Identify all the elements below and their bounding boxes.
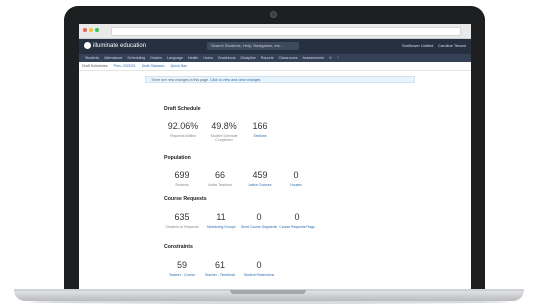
stat-teacher-course: 59 Teacher - Course — [162, 260, 202, 277]
minimize-window-icon[interactable] — [89, 28, 93, 32]
houses-link[interactable]: Houses — [276, 183, 316, 187]
stat-course-request-flags: 0 Course Requests Flags — [277, 212, 317, 229]
stat-value: 61 — [214, 260, 225, 270]
search-input[interactable]: Search Students, Help, Navigation, etc..… — [207, 42, 299, 50]
site-selector[interactable]: Sunflower Unified — [402, 43, 433, 48]
nav-item[interactable]: Scheduling — [127, 56, 145, 60]
stat-value: 92.06% — [167, 121, 199, 131]
stat-students: 699 Students — [162, 170, 202, 187]
teacher-course-link[interactable]: Teacher - Course — [162, 273, 202, 277]
active-courses-link[interactable]: Active Courses — [240, 183, 280, 187]
stat-label: Active Teachers — [208, 183, 232, 187]
scheduling-groups-link[interactable]: Scheduling Groups — [201, 225, 241, 229]
stat-value: 59 — [176, 260, 187, 270]
nav-item[interactable]: Health — [188, 56, 198, 60]
laptop-lid: illuminate education Search Students, He… — [64, 6, 485, 296]
maximize-window-icon[interactable] — [95, 28, 99, 32]
section-title-population: Population — [164, 155, 191, 161]
stat-scheduling-groups: 11 Scheduling Groups — [201, 212, 241, 229]
nav-item[interactable]: Discipline — [241, 56, 256, 60]
stat-value: 699 — [174, 170, 190, 180]
sections-link[interactable]: Sections — [240, 134, 280, 138]
stat-houses: 0 Houses — [276, 170, 316, 187]
stat-students-with-requests: 635 Students w/ Requests — [162, 212, 202, 229]
stat-sections: 166 Sections — [240, 121, 280, 138]
stat-value: 11 — [216, 212, 226, 222]
stat-student-restrictions: 0 Student Restrictions — [239, 260, 279, 277]
settings-icon[interactable]: ⚙ — [329, 56, 332, 60]
clear-changes-link[interactable]: Click to view and clear changes — [210, 78, 260, 82]
nav-item[interactable]: Students — [85, 56, 99, 60]
app-header: illuminate education Search Students, He… — [79, 39, 471, 54]
stat-teacher-timeblock: 61 Teacher - Timeblock — [200, 260, 240, 277]
laptop-notch — [230, 290, 306, 294]
stat-value: 66 — [214, 170, 225, 180]
stat-value: 0 — [256, 212, 262, 222]
nav-item[interactable]: Classrooms — [279, 56, 298, 60]
browser-toolbar — [79, 24, 471, 39]
stat-value: 635 — [174, 212, 190, 222]
tab-draft-statuses[interactable]: Draft Statuses — [142, 64, 165, 68]
nav-item[interactable]: Assessments — [303, 56, 324, 60]
stat-value: 459 — [252, 170, 268, 180]
laptop-screen: illuminate education Search Students, He… — [79, 24, 471, 296]
stat-active-teachers: 66 Active Teachers — [200, 170, 240, 187]
stat-schedule-completion: 49.8% Student Schedule Completion — [204, 121, 244, 142]
nav-item[interactable]: Users — [203, 56, 212, 60]
section-title-constraints: Constraints — [164, 244, 193, 250]
close-window-icon[interactable] — [83, 28, 87, 32]
stat-label: Students — [175, 183, 189, 187]
stat-label: Students w/ Requests — [165, 225, 199, 229]
tab-quick-nav[interactable]: Quick Nav — [170, 64, 187, 68]
section-title-draft-schedule: Draft Schedule — [164, 106, 201, 112]
tab-draft-schedules[interactable]: Draft Schedules — [82, 64, 108, 68]
stat-value: 0 — [256, 260, 262, 270]
year-selector[interactable]: Prev. 2020/21 — [114, 64, 136, 68]
address-bar[interactable] — [111, 27, 461, 36]
stat-value: 0 — [294, 212, 300, 222]
account-menu[interactable]: Caroline Tenant — [438, 43, 466, 48]
teacher-timeblock-link[interactable]: Teacher - Timeblock — [200, 273, 240, 277]
logo-icon — [84, 42, 91, 49]
banner-text: There are new changes in this page. — [151, 78, 210, 82]
stat-active-courses: 459 Active Courses — [240, 170, 280, 187]
webcam — [270, 11, 277, 18]
app-logo[interactable]: illuminate education — [84, 42, 146, 49]
stat-value: 0 — [293, 170, 299, 180]
help-icon[interactable]: ? — [337, 56, 339, 60]
logo-text: illuminate education — [93, 42, 147, 49]
nav-item[interactable]: Attendance — [104, 56, 122, 60]
changes-banner: There are new changes in this page. Clic… — [145, 76, 415, 83]
stat-requests-fulfilled: 92.06% Requests fulfilled — [163, 121, 203, 138]
stat-short-course-segments: 0 Short Course Segments — [239, 212, 279, 229]
nav-item[interactable]: Language — [167, 56, 183, 60]
main-nav: Students Attendance Scheduling Grades La… — [79, 54, 471, 62]
course-request-flags-link[interactable]: Course Requests Flags — [277, 225, 317, 229]
nav-item[interactable]: Reports — [261, 56, 274, 60]
stat-value: 49.8% — [211, 121, 237, 131]
short-course-segments-link[interactable]: Short Course Segments — [239, 225, 279, 229]
section-title-course-requests: Course Requests — [164, 196, 207, 202]
student-restrictions-link[interactable]: Student Restrictions — [239, 273, 279, 277]
stat-label: Student Schedule Completion — [210, 134, 238, 142]
stat-label: Requests fulfilled — [170, 134, 196, 138]
nav-item[interactable]: Grades — [150, 56, 162, 60]
stat-value: 166 — [252, 121, 268, 131]
sub-navigation: Draft Schedules Prev. 2020/21 Draft Stat… — [79, 62, 471, 71]
nav-item[interactable]: Gradebook — [218, 56, 236, 60]
